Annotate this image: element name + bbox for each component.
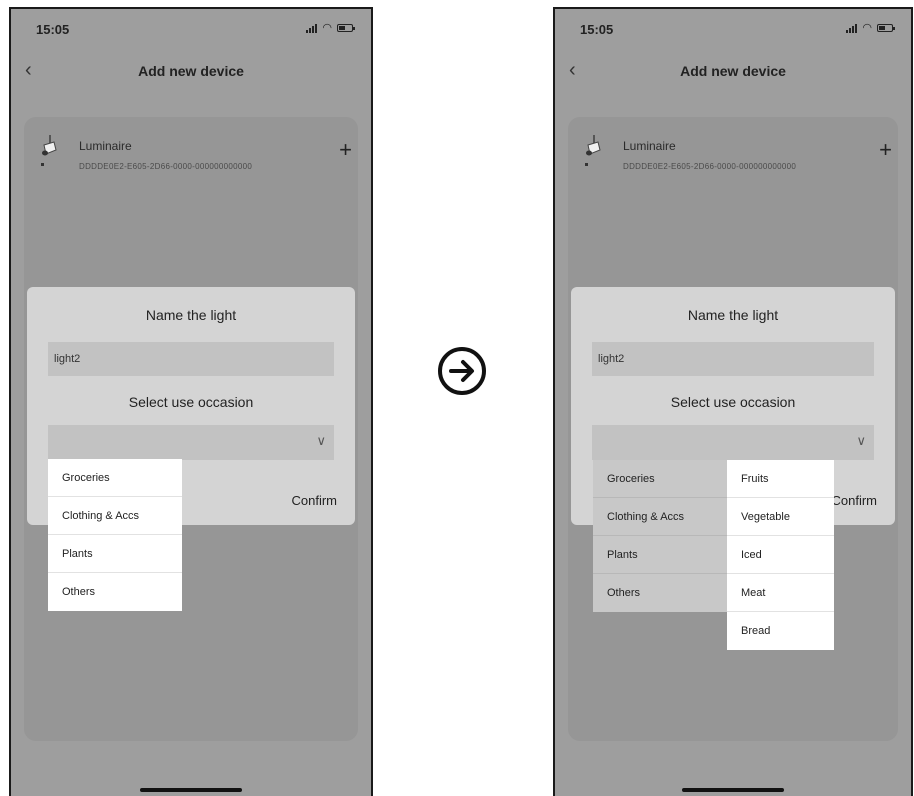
phone-screen-after: 15:05 ◠ ‹ Add new device Luminaire DDDDE… bbox=[553, 7, 913, 796]
occasion-select[interactable]: ∨ bbox=[48, 425, 334, 460]
occasion-select[interactable]: ∨ bbox=[592, 425, 874, 460]
home-indicator bbox=[140, 788, 242, 792]
confirm-button[interactable]: Confirm bbox=[291, 493, 337, 508]
status-time: 15:05 bbox=[580, 22, 614, 37]
occasion-option-plants[interactable]: Plants bbox=[48, 535, 182, 573]
device-name: Luminaire bbox=[79, 139, 132, 153]
device-name: Luminaire bbox=[623, 139, 676, 153]
occasion-title: Select use occasion bbox=[670, 394, 796, 410]
signal-icon bbox=[306, 23, 318, 33]
luminaire-icon bbox=[41, 135, 57, 166]
light-name-input[interactable] bbox=[48, 342, 334, 376]
nav-bar: ‹ Add new device bbox=[11, 57, 371, 87]
occasion-menu: Groceries Clothing & Accs Plants Others bbox=[593, 460, 727, 612]
chevron-down-icon: ∨ bbox=[856, 433, 866, 448]
luminaire-icon bbox=[585, 135, 601, 166]
groceries-submenu: Fruits Vegetable Iced Meat Bread bbox=[727, 460, 834, 650]
submenu-option-fruits[interactable]: Fruits bbox=[727, 460, 834, 498]
dialog-title: Name the light bbox=[145, 307, 237, 323]
status-bar: 15:05 ◠ bbox=[555, 19, 911, 39]
status-bar: 15:05 ◠ bbox=[11, 19, 371, 39]
page-title: Add new device bbox=[138, 63, 244, 79]
device-id: DDDDE0E2-E605-2D66-0000-000000000000 bbox=[623, 162, 797, 171]
signal-icon bbox=[846, 23, 858, 33]
submenu-option-bread[interactable]: Bread bbox=[727, 612, 834, 650]
occasion-option-plants[interactable]: Plants bbox=[593, 536, 727, 574]
confirm-button[interactable]: Confirm bbox=[831, 493, 877, 508]
light-name-input[interactable] bbox=[592, 342, 874, 376]
phone-screen-before: 15:05 ◠ ‹ Add new device Luminaire DDDDE… bbox=[9, 7, 373, 796]
battery-icon bbox=[877, 24, 895, 32]
occasion-option-groceries[interactable]: Groceries bbox=[593, 460, 727, 498]
occasion-option-clothing[interactable]: Clothing & Accs bbox=[593, 498, 727, 536]
status-time: 15:05 bbox=[36, 22, 70, 37]
chevron-down-icon: ∨ bbox=[316, 433, 326, 448]
occasion-menu: Groceries Clothing & Accs Plants Others bbox=[48, 459, 182, 611]
plus-icon[interactable]: + bbox=[879, 139, 892, 161]
wifi-icon: ◠ bbox=[322, 22, 332, 34]
occasion-option-groceries[interactable]: Groceries bbox=[48, 459, 182, 497]
device-id: DDDDE0E2-E605-2D66-0000-000000000000 bbox=[79, 162, 253, 171]
nav-bar: ‹ Add new device bbox=[555, 57, 911, 87]
submenu-option-iced[interactable]: Iced bbox=[727, 536, 834, 574]
plus-icon[interactable]: + bbox=[339, 139, 352, 161]
submenu-option-vegetable[interactable]: Vegetable bbox=[727, 498, 834, 536]
page-title: Add new device bbox=[680, 63, 786, 79]
home-indicator bbox=[682, 788, 784, 792]
occasion-option-clothing[interactable]: Clothing & Accs bbox=[48, 497, 182, 535]
occasion-option-others[interactable]: Others bbox=[48, 573, 182, 611]
occasion-title: Select use occasion bbox=[128, 394, 254, 410]
battery-icon bbox=[337, 24, 355, 32]
wifi-icon: ◠ bbox=[862, 22, 872, 34]
dialog-title: Name the light bbox=[687, 307, 779, 323]
arrow-right-circle-icon bbox=[438, 347, 486, 395]
occasion-option-others[interactable]: Others bbox=[593, 574, 727, 612]
submenu-option-meat[interactable]: Meat bbox=[727, 574, 834, 612]
